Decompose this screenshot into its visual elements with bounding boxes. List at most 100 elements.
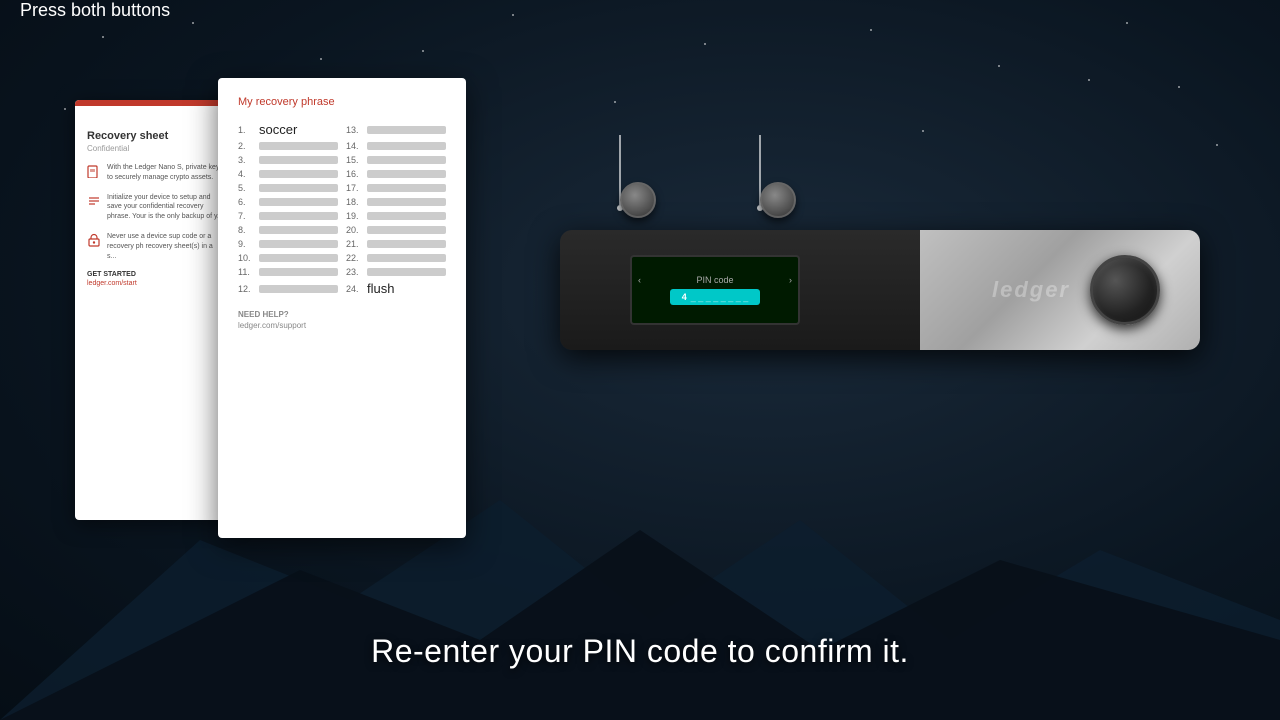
word-blur-17 — [367, 184, 446, 192]
word-blur-2 — [259, 142, 338, 150]
list-icon — [87, 194, 101, 208]
word-num-6: 6. — [238, 197, 256, 207]
device-icon — [87, 164, 101, 178]
word-num-14: 14. — [346, 141, 364, 151]
word-item-8: 8. — [238, 225, 338, 235]
word-blur-19 — [367, 212, 446, 220]
word-item-7: 7. — [238, 211, 338, 221]
word-item-6: 6. — [238, 197, 338, 207]
word-text-1: soccer — [259, 122, 297, 137]
word-item-24: 24. flush — [346, 281, 446, 296]
screen-title: PIN code — [696, 275, 733, 285]
word-blur-18 — [367, 198, 446, 206]
device-right-button[interactable] — [760, 182, 796, 218]
sheet-text-3: Never use a device sup code or a recover… — [107, 232, 223, 261]
word-item-12: 12. — [238, 281, 338, 296]
word-blur-13 — [367, 126, 446, 134]
word-item-4: 4. — [238, 169, 338, 179]
sheet-confidential: Confidential — [87, 144, 223, 153]
word-num-9: 9. — [238, 239, 256, 249]
sheet-section-3: Never use a device sup code or a recover… — [87, 232, 223, 261]
device-left-button[interactable] — [620, 182, 656, 218]
word-blur-3 — [259, 156, 338, 164]
word-item-13: 13. — [346, 122, 446, 137]
word-num-1: 1. — [238, 125, 256, 135]
word-num-19: 19. — [346, 211, 364, 221]
recovery-phrase-title: My recovery phrase — [238, 96, 446, 108]
word-item-5: 5. — [238, 183, 338, 193]
device-screen: ‹ PIN code › 4 _ _ _ _ _ _ _ _ — [630, 255, 800, 325]
sheet-link: ledger.com/start — [87, 280, 223, 287]
word-num-15: 15. — [346, 155, 364, 165]
word-item-1: 1. soccer — [238, 122, 338, 137]
word-blur-7 — [259, 212, 338, 220]
word-grid: 1. soccer 13. 2. 14. 3. 15. 4. 1 — [238, 122, 446, 296]
nav-left-arrow: ‹ — [638, 275, 641, 285]
word-num-10: 10. — [238, 253, 256, 263]
word-blur-11 — [259, 268, 338, 276]
word-item-23: 23. — [346, 267, 446, 277]
word-blur-8 — [259, 226, 338, 234]
sheet-text-2: Initialize your device to setup and save… — [107, 193, 223, 222]
word-item-21: 21. — [346, 239, 446, 249]
sheet-text-1: With the Ledger Nano S, private keys to … — [107, 163, 223, 183]
word-blur-15 — [367, 156, 446, 164]
pin-dashes: _ _ _ _ _ _ _ _ — [691, 292, 749, 302]
word-item-9: 9. — [238, 239, 338, 249]
word-blur-20 — [367, 226, 446, 234]
word-item-11: 11. — [238, 267, 338, 277]
word-num-7: 7. — [238, 211, 256, 221]
get-started-label: GET STARTED — [87, 271, 223, 278]
word-item-22: 22. — [346, 253, 446, 263]
word-num-22: 22. — [346, 253, 364, 263]
word-blur-23 — [367, 268, 446, 276]
word-item-20: 20. — [346, 225, 446, 235]
device-navigation-knob[interactable] — [1090, 255, 1160, 325]
word-blur-16 — [367, 170, 446, 178]
word-item-2: 2. — [238, 141, 338, 151]
ledger-device: ‹ PIN code › 4 _ _ _ _ _ _ _ _ ledger — [540, 210, 1200, 380]
word-blur-10 — [259, 254, 338, 262]
word-num-2: 2. — [238, 141, 256, 151]
lock-icon — [87, 233, 101, 247]
pin-display-bar: 4 _ _ _ _ _ _ _ _ — [670, 289, 761, 305]
rp-help-label: NEED HELP? — [238, 310, 446, 319]
word-item-17: 17. — [346, 183, 446, 193]
word-num-12: 12. — [238, 284, 256, 294]
word-blur-9 — [259, 240, 338, 248]
word-blur-12 — [259, 285, 338, 293]
sheet-section-2: Initialize your device to setup and save… — [87, 193, 223, 222]
ledger-logo: ledger — [992, 277, 1070, 303]
word-item-3: 3. — [238, 155, 338, 165]
word-item-16: 16. — [346, 169, 446, 179]
word-num-23: 23. — [346, 267, 364, 277]
sheet-header-bar — [75, 100, 235, 106]
nav-right-arrow: › — [789, 275, 792, 285]
word-blur-21 — [367, 240, 446, 248]
word-blur-4 — [259, 170, 338, 178]
word-blur-22 — [367, 254, 446, 262]
screen-nav: ‹ PIN code › — [632, 275, 798, 285]
word-item-18: 18. — [346, 197, 446, 207]
word-num-4: 4. — [238, 169, 256, 179]
sheet-title: Recovery sheet — [87, 130, 223, 142]
word-item-10: 10. — [238, 253, 338, 263]
recovery-sheet-card: Recovery sheet Confidential With the Led… — [75, 100, 235, 520]
word-blur-5 — [259, 184, 338, 192]
word-blur-6 — [259, 198, 338, 206]
word-num-20: 20. — [346, 225, 364, 235]
rp-help-link: ledger.com/support — [238, 321, 446, 330]
word-num-17: 17. — [346, 183, 364, 193]
word-num-5: 5. — [238, 183, 256, 193]
sheet-section-1: With the Ledger Nano S, private keys to … — [87, 163, 223, 183]
word-num-24: 24. — [346, 284, 364, 294]
recovery-phrase-card: My recovery phrase 1. soccer 13. 2. 14. … — [218, 78, 466, 538]
word-item-15: 15. — [346, 155, 446, 165]
word-num-3: 3. — [238, 155, 256, 165]
word-text-24: flush — [367, 281, 394, 296]
device-body: ‹ PIN code › 4 _ _ _ _ _ _ _ _ ledger — [560, 230, 1200, 350]
word-item-14: 14. — [346, 141, 446, 151]
word-item-19: 19. — [346, 211, 446, 221]
subtitle-text: Re-enter your PIN code to confirm it. — [0, 633, 1280, 670]
word-num-16: 16. — [346, 169, 364, 179]
